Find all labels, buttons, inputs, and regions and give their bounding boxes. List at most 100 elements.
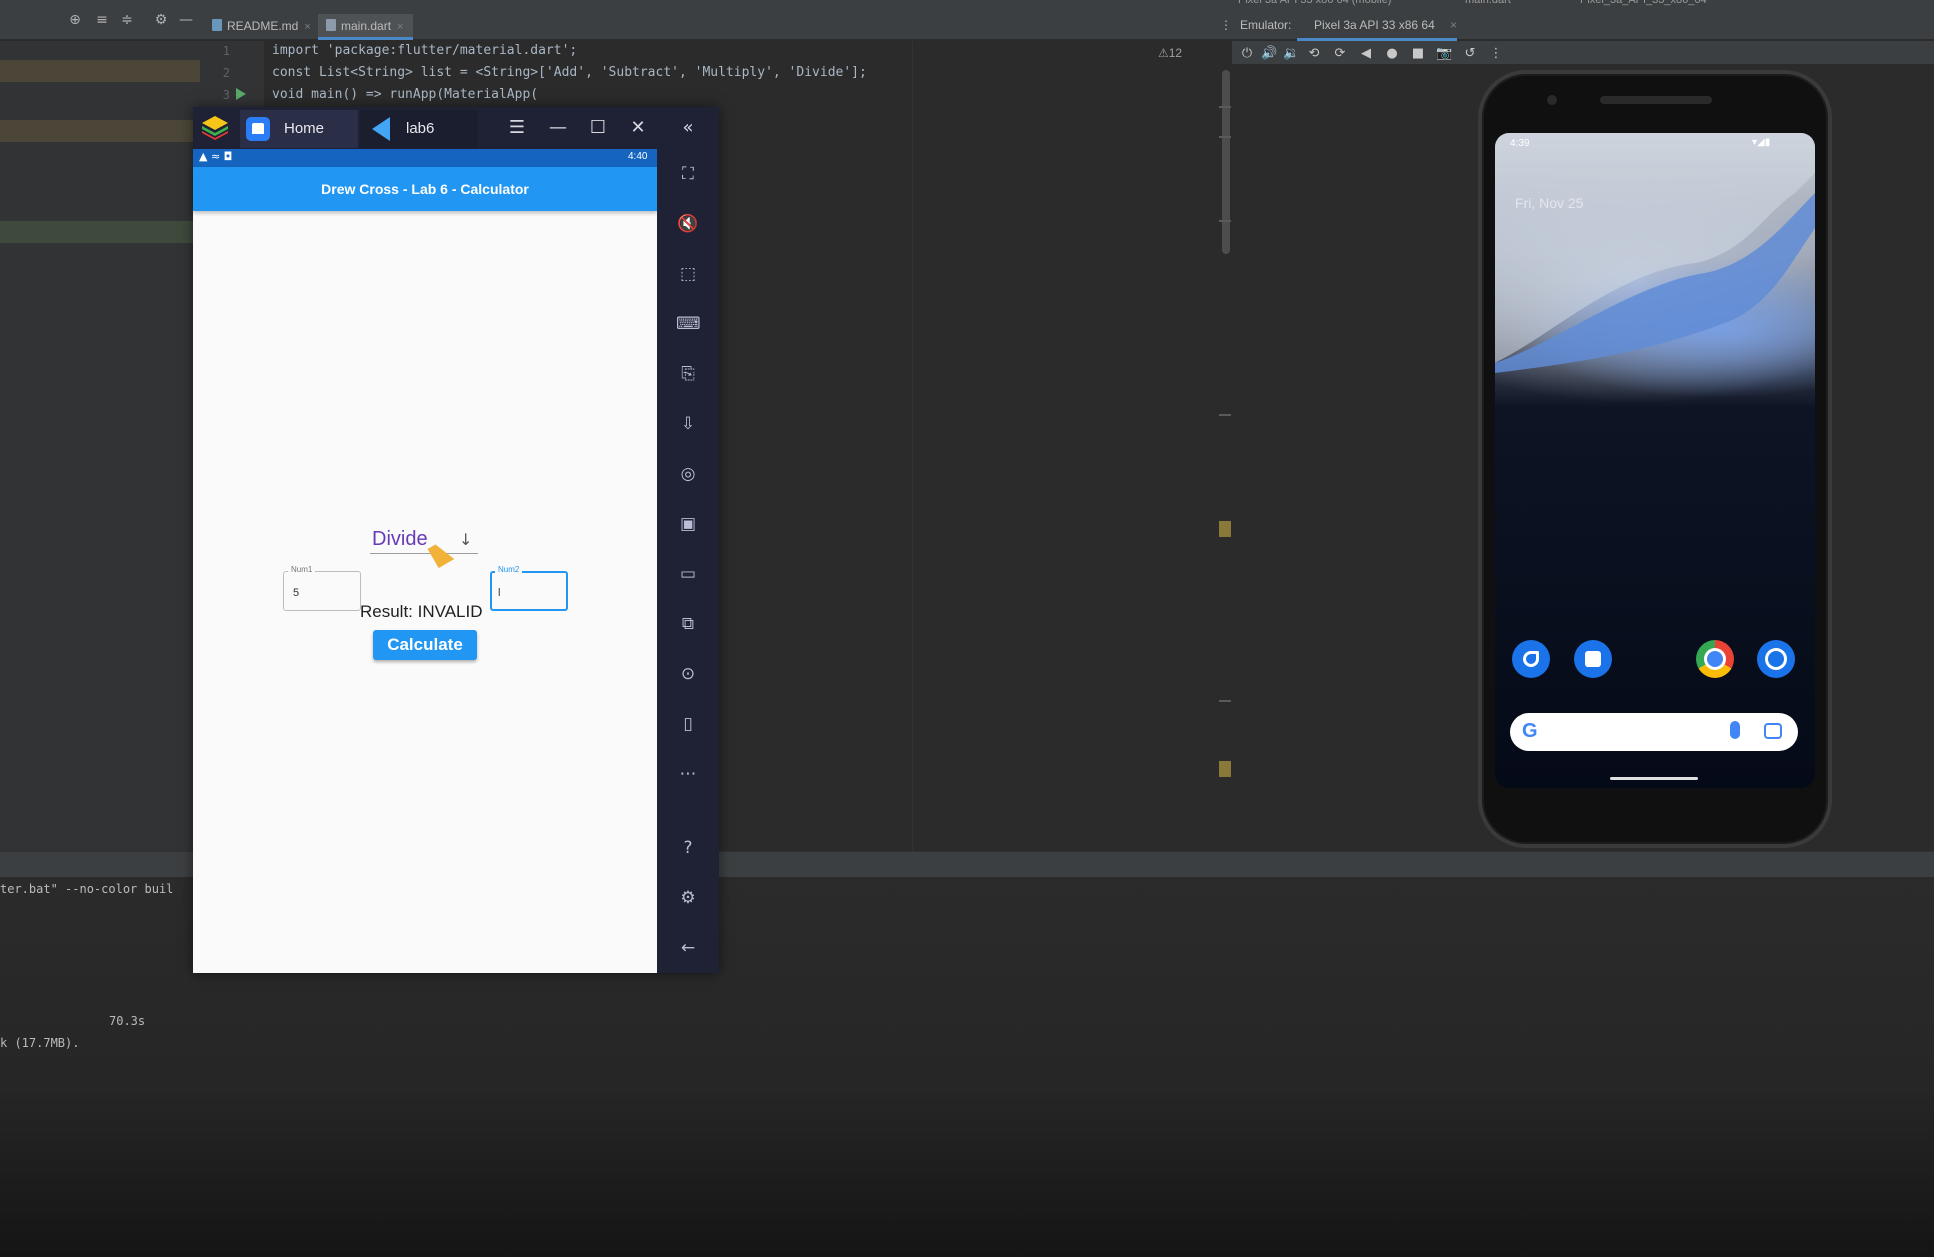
scroll-marker <box>1219 414 1231 416</box>
fullscreen-icon[interactable]: ⛶ <box>676 162 700 186</box>
scroll-marker <box>1219 700 1231 702</box>
line-number: 2 <box>222 66 230 80</box>
num2-input[interactable] <box>490 571 568 611</box>
result-text: Result: INVALID <box>360 602 483 621</box>
back-icon[interactable]: ◀ <box>1358 46 1374 62</box>
back-arrow-icon[interactable]: ← <box>676 936 700 960</box>
code-line[interactable]: const List<String> list = <String>['Add'… <box>272 65 867 80</box>
markdown-file-icon <box>212 19 222 31</box>
home-icon-glyph <box>252 123 264 134</box>
console-line: 70.3s <box>109 1014 146 1028</box>
line-number: 1 <box>222 44 230 58</box>
project-pane <box>0 41 200 851</box>
collapse-all-icon[interactable]: ≑ <box>119 12 135 28</box>
pointer-select-icon[interactable]: ⬚ <box>676 262 700 286</box>
num1-value[interactable]: 5 <box>293 587 299 599</box>
close-icon[interactable]: ✕ <box>626 116 650 140</box>
google-logo: G <box>1522 720 1538 742</box>
run-gutter-icon[interactable] <box>236 88 246 100</box>
camera-app-icon[interactable] <box>1757 640 1795 678</box>
shake-icon[interactable]: ▯ <box>676 712 700 736</box>
phone-app-icon[interactable] <box>1512 640 1550 678</box>
code-line[interactable]: import 'package:flutter/material.dart'; <box>272 43 577 58</box>
emulator-label: Emulator: <box>1240 18 1292 32</box>
gesture-nav-bar[interactable] <box>1610 777 1698 780</box>
console-line: k (17.7MB). <box>0 1036 80 1050</box>
android-screen[interactable] <box>193 149 657 973</box>
more-icon[interactable]: ⋮ <box>1488 46 1504 62</box>
help-icon[interactable]: ? <box>676 836 700 860</box>
volume-down-icon[interactable]: 🔉 <box>1283 46 1299 62</box>
folder-icon[interactable]: ▭ <box>676 562 700 586</box>
run-config-selector[interactable]: main.dart <box>1465 0 1511 8</box>
console-line: ter.bat" --no-color buil <box>0 882 174 896</box>
mute-icon[interactable]: 🔇 <box>676 212 700 236</box>
lens-icon[interactable] <box>1764 723 1782 739</box>
change-marker <box>0 60 200 82</box>
minus-icon[interactable]: — <box>178 12 194 28</box>
maximize-icon[interactable]: ☐ <box>586 116 610 140</box>
rotate-left-icon[interactable]: ⟲ <box>1306 46 1322 62</box>
speaker-grille <box>1600 96 1712 104</box>
device-selector[interactable]: Pixel 3a API 33 x86 64 (mobile) <box>1238 0 1391 8</box>
messages-app-icon[interactable] <box>1574 640 1612 678</box>
flutter-icon <box>372 117 390 141</box>
num2-label: Num2 <box>495 565 523 574</box>
phone-status-time: 4:39 <box>1510 138 1530 149</box>
arrow-down-icon[interactable]: ↓ <box>459 530 472 549</box>
reset-icon[interactable]: ↺ <box>1462 46 1478 62</box>
collapse-sidebar-icon[interactable]: « <box>676 116 700 140</box>
num1-label: Num1 <box>288 565 316 574</box>
google-search-bar[interactable] <box>1510 713 1798 751</box>
target-icon[interactable]: ⊕ <box>67 12 83 28</box>
volume-up-icon[interactable]: 🔊 <box>1261 46 1277 62</box>
close-icon[interactable]: × <box>1450 18 1457 32</box>
active-tab-indicator <box>1297 38 1457 41</box>
screenshot-icon[interactable]: 📷 <box>1436 46 1452 62</box>
camera-icon <box>1547 95 1557 105</box>
phone-date: Fri, Nov 25 <box>1515 195 1584 211</box>
apk-icon[interactable]: ⇩ <box>676 412 700 436</box>
home-icon[interactable]: ● <box>1384 46 1400 62</box>
line-number: 3 <box>222 88 230 102</box>
operation-selected-value[interactable]: Divide <box>372 528 428 551</box>
settings-icon[interactable]: ⚙ <box>676 886 700 910</box>
record-video-icon[interactable]: ▣ <box>676 512 700 536</box>
tab-readme[interactable]: README.md × <box>204 14 321 40</box>
power-icon[interactable]: ⏻ <box>1239 46 1255 62</box>
code-line[interactable]: void main() => runApp(MaterialApp( <box>272 87 538 102</box>
avd-selector[interactable]: Pixel_3a_API_33_x86_64 <box>1580 0 1707 8</box>
calculate-button[interactable]: Calculate <box>373 630 477 660</box>
chrome-app-icon[interactable] <box>1696 640 1734 678</box>
gear-icon[interactable]: ⚙ <box>153 12 169 28</box>
keyboard-icon[interactable]: ⌨ <box>676 312 701 336</box>
expand-all-icon[interactable]: ≡ <box>94 12 110 28</box>
close-icon[interactable]: × <box>304 21 310 33</box>
mic-icon[interactable] <box>1730 721 1740 739</box>
tab-main-dart[interactable]: main.dart × <box>318 14 414 40</box>
location-icon[interactable]: ⊙ <box>676 662 700 686</box>
change-marker <box>0 120 200 142</box>
bluestacks-logo-icon <box>202 116 228 140</box>
notification-icons: ▲ ≈ ◘ <box>199 150 233 163</box>
tab-emulator-device[interactable]: Pixel 3a API 33 x86 64 <box>1314 18 1435 32</box>
minimize-icon[interactable]: — <box>546 116 570 140</box>
editor-right-area <box>912 41 1232 851</box>
dart-file-icon <box>326 19 336 31</box>
rotate-right-icon[interactable]: ⟳ <box>1332 46 1348 62</box>
menu-icon[interactable]: ☰ <box>505 116 529 140</box>
multi-instance-icon[interactable]: ⧉ <box>676 612 700 636</box>
more-icon[interactable]: ⋯ <box>676 762 700 786</box>
app-title: Drew Cross - Lab 6 - Calculator <box>321 181 529 197</box>
close-icon[interactable]: × <box>397 21 403 33</box>
screenshot-icon[interactable]: ◎ <box>676 462 700 486</box>
overview-icon[interactable]: ■ <box>1410 46 1426 62</box>
warning-marker[interactable] <box>1219 521 1231 537</box>
num2-value[interactable]: l <box>498 587 500 599</box>
scroll-marker <box>1219 106 1231 108</box>
editor-scrollbar[interactable] <box>1222 70 1230 254</box>
install-apk-icon[interactable]: ⎘ <box>676 362 700 386</box>
warning-marker[interactable] <box>1219 761 1231 777</box>
inspection-widget[interactable]: ⚠12 <box>1158 46 1182 60</box>
more-icon[interactable]: ⋮ <box>1220 18 1232 32</box>
